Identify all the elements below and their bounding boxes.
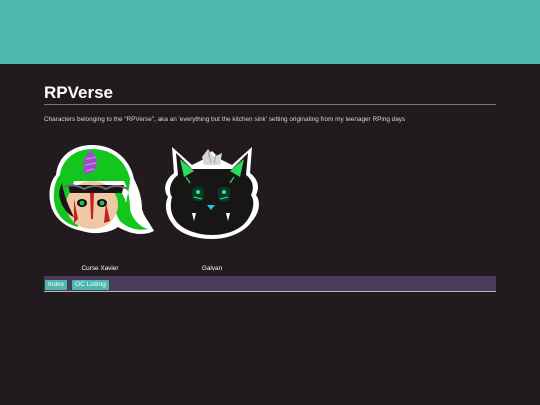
page-title: RPVerse (44, 84, 496, 105)
character-name[interactable]: Curse Xavier (44, 265, 156, 273)
nav-index-button[interactable]: Index (45, 280, 68, 290)
curse-xavier-portrait-icon[interactable] (44, 143, 156, 239)
page-description: Characters belonging to the "RPVerse", a… (44, 116, 406, 123)
top-banner (0, 0, 540, 64)
main-content: RPVerse Characters belonging to the "RPV… (44, 64, 496, 292)
galvan-portrait-icon[interactable] (156, 143, 268, 239)
character-card-curse-xavier[interactable]: Curse Xavier (44, 143, 156, 273)
character-card-galvan[interactable]: Galvan (156, 143, 268, 273)
nav-oc-listing-button[interactable]: OC Listing (72, 280, 109, 290)
character-gallery: Curse Xavier Galvan (44, 143, 496, 278)
character-name[interactable]: Galvan (156, 265, 268, 273)
bottom-nav: Index OC Listing (44, 276, 496, 292)
